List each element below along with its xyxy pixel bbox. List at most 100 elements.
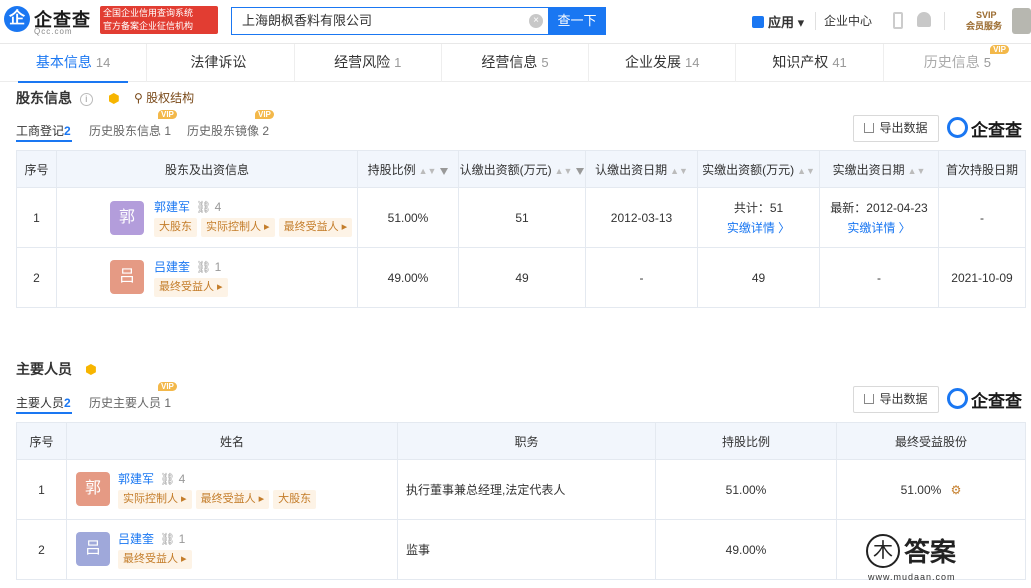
app-menu[interactable]: 应用 ▾ xyxy=(752,12,804,31)
paid-date-detail-link[interactable]: 实缴详情 〉 xyxy=(820,219,938,236)
svip-label: SVIP xyxy=(976,10,997,20)
vip-badge: VIP xyxy=(158,382,177,391)
relation-icon[interactable]: ⛓ 1 xyxy=(160,532,185,546)
export-button[interactable]: 导出数据 xyxy=(853,386,939,413)
tab-label: 经营信息 xyxy=(481,54,538,70)
tab-development[interactable]: 企业发展 14 xyxy=(589,44,737,82)
qcc-logo[interactable]: 企 企查查 Qcc.com xyxy=(4,6,100,36)
row-number: 2 xyxy=(16,247,57,308)
person-name-block[interactable]: 吕建奎 ⛓ 1 xyxy=(118,530,185,547)
tab-history[interactable]: 历史信息 5 VIP xyxy=(884,44,1031,82)
tab-risk[interactable]: 经营风险 1 xyxy=(295,44,442,82)
sort-icon[interactable]: ▲▼ xyxy=(797,166,815,176)
penetration-icon[interactable]: ⚙ xyxy=(951,483,962,497)
tag-list: 最终受益人 ▸ xyxy=(118,550,192,569)
column-header: 姓名 xyxy=(66,422,398,460)
shareholder-name[interactable]: 郭建军 ⛓ 4 xyxy=(154,198,221,215)
column-header-paid-date[interactable]: 实缴出资日期 ▲▼ xyxy=(819,150,939,188)
qcc-brand-logo: 企查查 xyxy=(947,387,1027,411)
person-name[interactable]: 吕建奎 xyxy=(118,532,154,546)
row-number: 2 xyxy=(16,519,67,580)
tag-actual-controller[interactable]: 实际控制人 ▸ xyxy=(118,490,192,509)
paid-date-cell: - xyxy=(819,247,939,308)
filter-icon[interactable] xyxy=(440,167,449,175)
tab-count: 14 xyxy=(685,55,700,70)
relation-count: 4 xyxy=(214,200,222,214)
phone-icon[interactable] xyxy=(893,12,903,29)
avatar: 吕 xyxy=(76,532,110,566)
column-header: 股东及出资信息 xyxy=(56,150,358,188)
divider xyxy=(944,12,945,30)
first-date-cell: - xyxy=(938,187,1026,248)
shareholders-title: 股东信息 i xyxy=(16,88,119,108)
relation-count: 1 xyxy=(178,532,186,546)
tab-label: 经营风险 xyxy=(334,54,391,70)
ratio-cell: 49.00% xyxy=(655,519,837,580)
active-subtab-indicator xyxy=(16,140,72,142)
svip-button[interactable]: SVIP 会员服务 xyxy=(958,10,1008,34)
watermark-url: www.mudaan.com xyxy=(868,572,956,582)
column-header-label: 认缴出资日期 xyxy=(595,162,668,177)
sub-date-cell: 2012-03-13 xyxy=(585,187,698,248)
shareholder-name[interactable]: 吕建奎 ⛓ 1 xyxy=(154,258,221,275)
tab-label: 企业发展 xyxy=(625,54,682,70)
paid-total: 共计：51 xyxy=(733,201,784,215)
column-header-paid[interactable]: 实缴出资额(万元) ▲▼ xyxy=(697,150,820,188)
relation-count: 4 xyxy=(178,472,186,486)
app-menu-label: 应用 xyxy=(768,15,795,30)
tag-beneficiary[interactable]: 最终受益人 ▸ xyxy=(195,490,270,509)
filter-icon[interactable] xyxy=(576,167,585,175)
position-cell: 监事 xyxy=(397,519,656,580)
enterprise-center-link[interactable]: 企业中心 xyxy=(824,12,872,29)
tag-beneficiary[interactable]: 最终受益人 ▸ xyxy=(118,550,192,569)
tab-label: 基本信息 xyxy=(35,54,92,70)
column-header-sub-date[interactable]: 认缴出资日期 ▲▼ xyxy=(585,150,698,188)
person-name[interactable]: 郭建军 xyxy=(118,472,154,486)
tag-actual-controller[interactable]: 实际控制人 ▸ xyxy=(201,218,275,237)
person-name[interactable]: 郭建军 xyxy=(154,200,190,214)
divider xyxy=(815,12,816,30)
tab-legal[interactable]: 法律诉讼 xyxy=(147,44,295,82)
sort-icon[interactable]: ▲▼ xyxy=(555,166,573,176)
bell-icon[interactable] xyxy=(917,12,931,27)
column-header-ratio[interactable]: 持股比例 ▲▼ xyxy=(357,150,459,188)
search-input[interactable]: 上海朗枫香料有限公司 xyxy=(231,7,549,35)
table-row: 1 郭 郭建军 ⛓ 4 实际控制人 ▸ 最终受益人 ▸ 大股东 执行董事兼总经理,… xyxy=(16,459,1026,520)
position-cell: 执行董事兼总经理,法定代表人 xyxy=(397,459,656,520)
column-header-label: 实缴出资日期 xyxy=(832,162,905,177)
subtab-history-mirror[interactable]: 历史股东镜像 2 xyxy=(187,122,269,139)
tab-ip[interactable]: 知识产权 41 xyxy=(736,44,884,82)
personnel-title: 主要人员 xyxy=(16,359,96,379)
search-clear-icon[interactable]: × xyxy=(529,14,543,28)
tab-count: 1 xyxy=(394,55,402,70)
person-name[interactable]: 吕建奎 xyxy=(154,260,190,274)
export-button[interactable]: 导出数据 xyxy=(853,115,939,142)
relation-icon[interactable]: ⛓ 1 xyxy=(196,260,221,274)
column-header-subscribed[interactable]: 认缴出资额(万元) ▲▼ xyxy=(458,150,586,188)
equity-structure-link[interactable]: ⚲ 股权结构 xyxy=(134,89,194,106)
subtab-count: 2 xyxy=(64,124,71,138)
relation-icon[interactable]: ⛓ 4 xyxy=(196,200,221,214)
tag-beneficiary[interactable]: 最终受益人 ▸ xyxy=(154,278,228,297)
subtab-registered[interactable]: 工商登记2 xyxy=(16,122,71,139)
benefit-cell: 51.00% ⚙ xyxy=(836,459,1026,520)
column-header: 序号 xyxy=(16,422,67,460)
search-button[interactable]: 查一下 xyxy=(548,7,606,35)
sort-icon[interactable]: ▲▼ xyxy=(908,166,926,176)
person-name-block[interactable]: 郭建军 ⛓ 4 xyxy=(118,470,185,487)
subtab-key-personnel[interactable]: 主要人员2 xyxy=(16,394,71,411)
subtab-history-shareholders[interactable]: 历史股东信息 1 xyxy=(89,122,171,139)
tab-label: 知识产权 xyxy=(772,54,829,70)
relation-icon[interactable]: ⛓ 4 xyxy=(160,472,185,486)
sort-icon[interactable]: ▲▼ xyxy=(670,166,688,176)
sort-icon[interactable]: ▲▼ xyxy=(419,166,437,176)
tab-basic-info[interactable]: 基本信息 14 xyxy=(0,44,148,83)
user-avatar[interactable] xyxy=(1012,8,1031,34)
paid-detail-link[interactable]: 实缴详情 〉 xyxy=(698,219,819,236)
chevron-down-icon: ▾ xyxy=(797,15,805,30)
subtab-history-personnel[interactable]: 历史主要人员 1 xyxy=(89,394,171,411)
tab-operations[interactable]: 经营信息 5 xyxy=(442,44,590,82)
info-icon[interactable]: i xyxy=(79,93,93,106)
table-header-row: 序号 股东及出资信息 持股比例 ▲▼ 认缴出资额(万元) ▲▼ 认缴出资日期 ▲▼ 实… xyxy=(16,150,1026,188)
tag-beneficiary[interactable]: 最终受益人 ▸ xyxy=(278,218,353,237)
